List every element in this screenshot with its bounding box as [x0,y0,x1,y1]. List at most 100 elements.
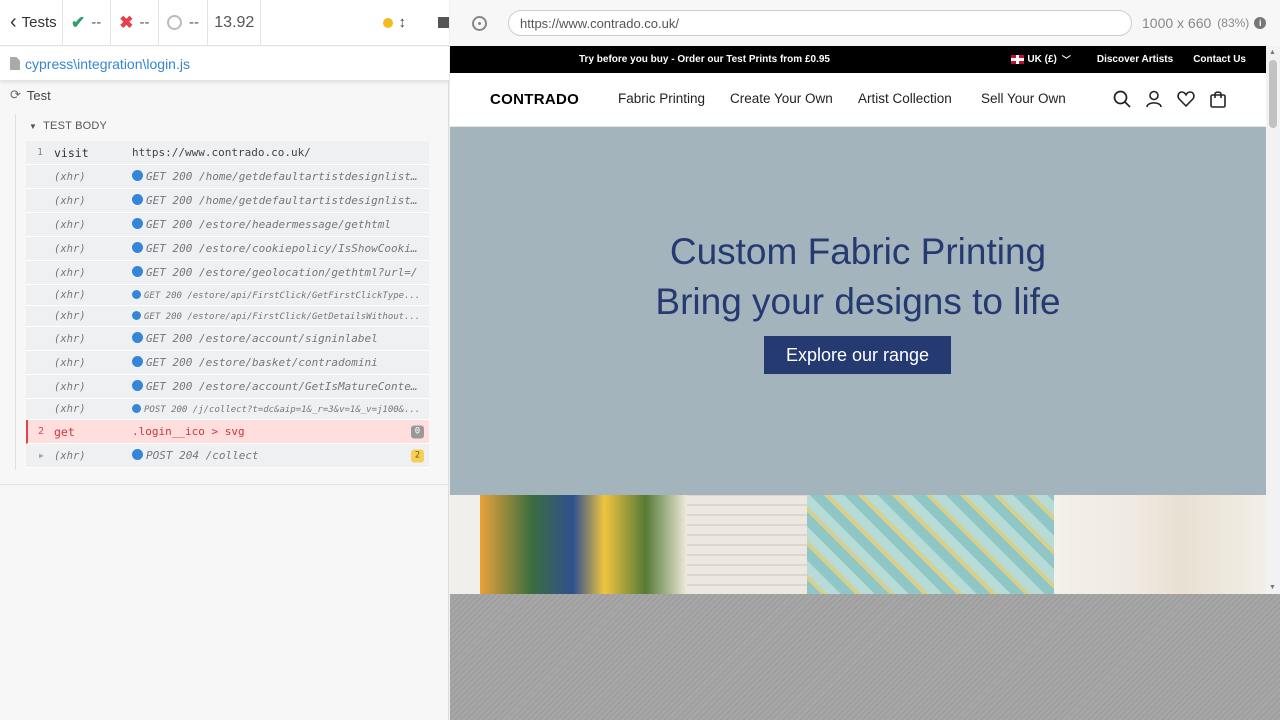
url-text: https://www.contrado.co.uk/ [520,15,679,31]
contact-us-link[interactable]: Contact Us [1193,54,1246,65]
command-name: (xhr) [54,380,86,393]
command-name: (xhr) [54,403,86,415]
test-title[interactable]: ⟳ Test [10,87,51,103]
command-row[interactable]: (xhr) GET 200 /home/getdefaultartistdesig… [26,165,429,189]
command-message-text: GET 200 /estore/geolocation/gethtml?url=… [146,266,418,279]
command-message-text: GET 200 /estore/account/GetIsMatureConte… [146,380,429,393]
scroll-down-icon[interactable]: ▼ [1269,584,1276,591]
currency-selector[interactable]: UK (£) [1027,54,1056,65]
command-list: 1 visit https://www.contrado.co.uk/ (xhr) GE… [26,141,429,468]
command-name: (xhr) [54,242,86,255]
command-name: visit [54,145,89,160]
viewport-size: 1000 x 660 [1142,15,1212,31]
aut-iframe: Try before you buy - Order our Test Prin… [450,46,1280,594]
nav-sell-your-own[interactable]: Sell Your Own [981,91,1066,106]
scroll-up-icon[interactable]: ▲ [1269,49,1276,56]
command-name: (xhr) [54,332,86,345]
command-message: GET 200 /estore/headermessage/gethtml [132,218,429,231]
xhr-status-dot-icon [132,242,143,253]
command-row[interactable]: (xhr) GET 200 /estore/api/FirstClick/GetF… [26,285,429,306]
lampshade-image[interactable] [1054,495,1266,594]
command-row[interactable]: 1 visit https://www.contrado.co.uk/ [26,141,429,165]
site-nav: CONTRADO Fabric Printing Create Your Own… [450,73,1266,127]
chevron-left-icon: ‹ [10,11,17,33]
check-icon: ✔ [71,12,86,32]
command-row[interactable]: (xhr) GET 200 /estore/account/GetIsMature… [26,375,429,399]
info-icon[interactable]: i [1254,17,1267,29]
nav-create-your-own[interactable]: Create Your Own [730,91,833,106]
refresh-icon: ⟳ [10,87,21,102]
shutter-image[interactable] [687,495,807,594]
hook-header[interactable]: ▼ TEST BODY [29,120,107,132]
passed-value: -- [91,14,102,31]
expand-caret-icon[interactable]: ▶ [39,451,44,460]
command-row[interactable]: (xhr) GET 200 /estore/api/FirstClick/GetD… [26,306,429,327]
command-message-text: GET 200 /estore/cookiepolicy/IsShowCooki… [146,242,429,255]
command-row[interactable]: (xhr) GET 200 /estore/geolocation/gethtml… [26,261,429,285]
hook-title: TEST BODY [43,120,108,132]
run-controls: ↕ [261,0,449,45]
aut-scrollbar[interactable]: ▲ ▼ [1266,46,1280,594]
heart-icon[interactable] [1176,89,1196,109]
command-row[interactable]: (xhr) GET 200 /home/getdefaultartistdesig… [26,189,429,213]
xhr-status-dot-icon [132,403,141,413]
command-message-text: .login__ico > svg [132,425,245,438]
xhr-status-dot-icon [132,380,143,391]
x-icon: ✖ [119,12,134,32]
nav-artist-collection[interactable]: Artist Collection [858,91,952,106]
command-name: (xhr) [54,289,86,301]
lemon-fabric-image[interactable] [480,495,687,594]
selector-playground-icon [471,15,487,31]
command-message: GET 200 /estore/api/FirstClick/GetDetail… [132,310,429,322]
command-message-text: POST 204 /collect [146,449,259,462]
command-row[interactable]: (xhr) GET 200 /estore/basket/contradomini [26,351,429,375]
scroll-thumb[interactable] [1269,60,1277,128]
selector-playground-button[interactable] [450,15,508,31]
discover-artists-link[interactable]: Discover Artists [1097,54,1173,65]
command-message-text: https://www.contrado.co.uk/ [132,146,311,159]
command-number: 1 [36,147,44,158]
user-icon[interactable] [1144,89,1164,109]
spec-path-link[interactable]: cypress\integration\login.js [25,56,190,72]
xhr-status-dot-icon [132,194,143,205]
command-row[interactable]: ▶ (xhr) POST 204 /collect 2 [26,444,429,468]
promo-text[interactable]: Try before you buy - Order our Test Prin… [579,54,830,65]
command-row[interactable]: (xhr) GET 200 /estore/account/signinlabel [26,327,429,351]
command-name: (xhr) [54,218,86,231]
scroll-toggle-icon[interactable]: ↕ [398,14,406,31]
viewport-scale: (83%) [1217,16,1250,30]
back-to-tests-button[interactable]: ‹ Tests [0,0,63,45]
explore-range-button[interactable]: Explore our range [764,336,951,374]
command-message: GET 200 /estore/cookiepolicy/IsShowCooki… [132,242,429,255]
spec-file-bar: cypress\integration\login.js [0,47,449,81]
stop-icon[interactable] [437,17,449,28]
command-message-text: GET 200 /estore/basket/contradomini [146,356,378,369]
bag-icon[interactable] [1208,89,1228,109]
command-message: POST 204 /collect [132,449,429,462]
command-message: .login__ico > svg [132,425,429,438]
command-message-text: POST 200 /j/collect?t=dc&aip=1&_r=3&v=1&… [144,404,421,415]
nav-fabric-printing[interactable]: Fabric Printing [618,91,705,106]
command-row[interactable]: (xhr) POST 200 /j/collect?t=dc&aip=1&_r=3… [26,399,429,420]
command-message: https://www.contrado.co.uk/ [132,146,429,159]
duration-value: 13.92 [214,13,255,31]
command-row[interactable]: (xhr) GET 200 /estore/headermessage/getht… [26,213,429,237]
search-icon[interactable] [1112,89,1132,109]
xhr-status-dot-icon [132,289,141,299]
command-message: GET 200 /estore/basket/contradomini [132,356,429,369]
command-row-failed[interactable]: 2 get .login__ico > svg 0 [26,420,429,444]
hero-line-1: Custom Fabric Printing [669,231,1047,272]
command-name: (xhr) [54,170,86,183]
hero-banner: Custom Fabric Printing Bring your design… [450,127,1266,495]
command-row[interactable]: (xhr) GET 200 /estore/cookiepolicy/IsShow… [26,237,429,261]
url-field[interactable]: https://www.contrado.co.uk/ [508,10,1132,36]
pending-value: -- [189,14,200,31]
reporter-divider [0,484,449,485]
command-number: 2 [37,426,45,437]
hero-title: Custom Fabric Printing Bring your design… [450,227,1266,327]
command-name: (xhr) [54,356,86,369]
failed-count: ✖ -- [111,0,159,45]
site-logo[interactable]: CONTRADO [490,91,579,108]
tile-fabric-image[interactable] [807,495,1054,594]
stats-bar: ‹ Tests ✔ -- ✖ -- -- 13.92 ↕ [0,0,449,46]
